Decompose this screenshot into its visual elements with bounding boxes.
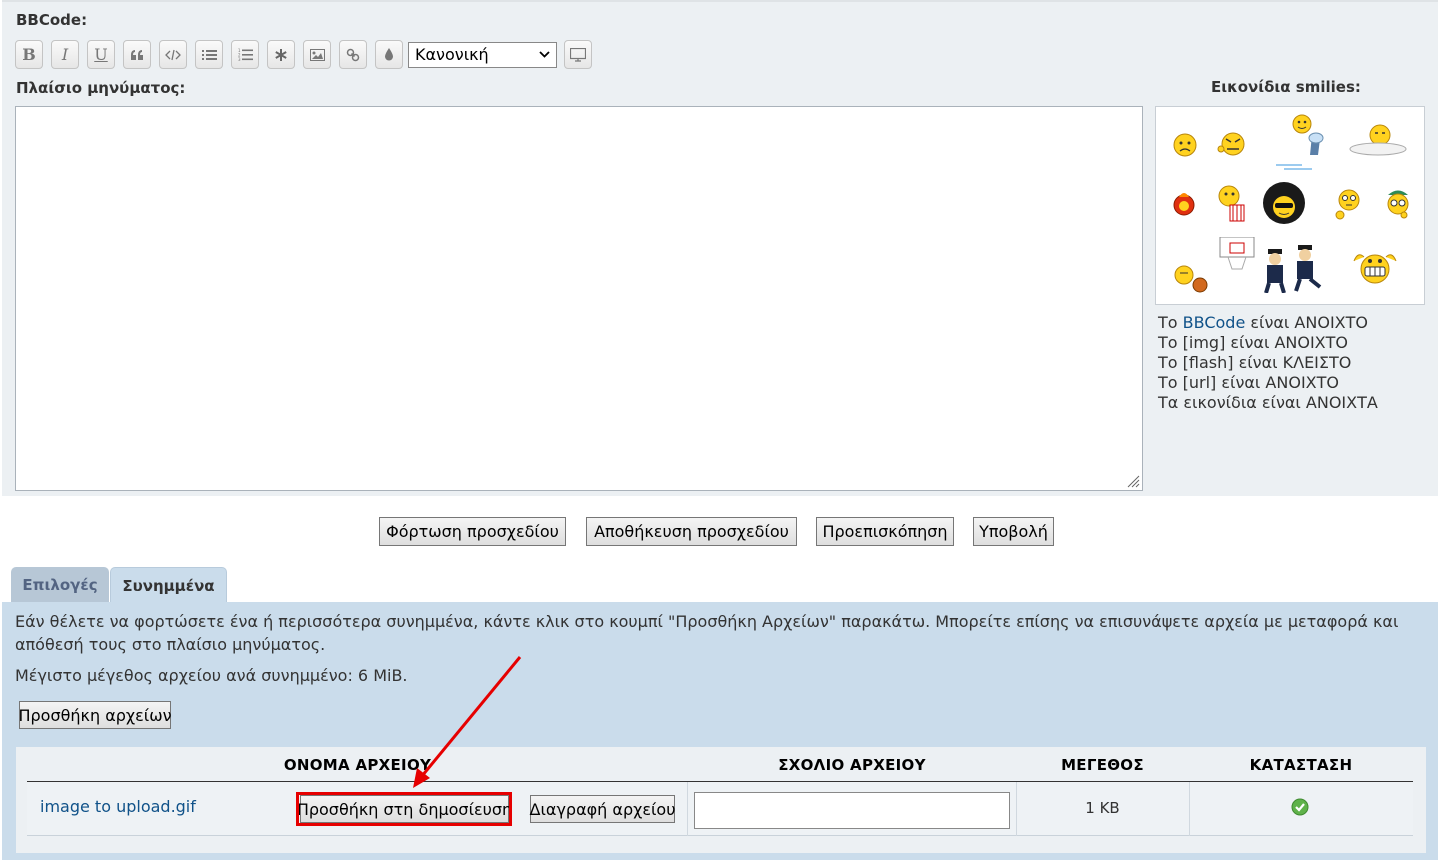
asterisk-button[interactable] bbox=[267, 40, 295, 69]
link-button[interactable] bbox=[339, 40, 367, 69]
color-button[interactable] bbox=[375, 40, 403, 69]
bbcode-label: BBCode: bbox=[16, 11, 88, 29]
underline-button[interactable]: U bbox=[87, 40, 115, 69]
bbcode-link[interactable]: BBCode bbox=[1183, 313, 1246, 332]
status-bbcode: Το BBCode είναι ΑΝΟΙΧΤΟ bbox=[1158, 313, 1378, 333]
color-icon bbox=[385, 48, 393, 61]
bold-icon: B bbox=[22, 45, 36, 64]
smiley-blues-brothers-icon[interactable] bbox=[1256, 245, 1332, 293]
smiley-sad-icon[interactable] bbox=[1172, 132, 1198, 158]
tab-options[interactable]: Επιλογές bbox=[11, 567, 109, 603]
status-img: Το [img] είναι ΑΝΟΙΧΤΟ bbox=[1158, 333, 1349, 352]
italic-icon: I bbox=[61, 45, 69, 64]
image-button[interactable] bbox=[303, 40, 331, 69]
column-size: ΜΕΓΕΘΟΣ bbox=[1061, 756, 1144, 774]
file-comment-input[interactable] bbox=[694, 792, 1010, 829]
list-button[interactable] bbox=[195, 40, 223, 69]
delete-file-button[interactable]: Διαγραφή αρχείου bbox=[530, 795, 675, 823]
smiley-angry-icon[interactable] bbox=[1216, 129, 1250, 159]
bbcode-toolbar: B I U 123 Κανονική bbox=[15, 40, 600, 69]
max-file-size: Μέγιστο μέγεθος αρχείου ανά συνημμένο: 6… bbox=[15, 666, 408, 685]
italic-button[interactable]: I bbox=[51, 40, 79, 69]
smiley-nerd-icon[interactable] bbox=[1382, 187, 1414, 221]
check-icon bbox=[1291, 798, 1309, 816]
smiley-bubble-icon[interactable] bbox=[1272, 111, 1332, 173]
load-draft-button[interactable]: Φόρτωση προσχεδίου bbox=[379, 517, 566, 546]
image-icon bbox=[309, 48, 325, 61]
preview-toggle-button[interactable] bbox=[564, 40, 592, 69]
smiley-basketball-icon[interactable] bbox=[1170, 237, 1260, 297]
highlight-box bbox=[296, 792, 512, 826]
column-comment: ΣΧΟΛΙΟ ΑΡΧΕΙΟΥ bbox=[778, 756, 926, 774]
status-bbcode-prefix: Το bbox=[1158, 313, 1183, 332]
smiley-fire-icon[interactable] bbox=[1171, 189, 1197, 217]
smilies-panel bbox=[1155, 106, 1425, 305]
column-status: ΚΑΤΑΣΤΑΣΗ bbox=[1249, 756, 1353, 774]
underline-icon: U bbox=[94, 45, 108, 64]
column-filename: ΟΝΟΜΑ ΑΡΧΕΙΟΥ bbox=[283, 756, 432, 774]
bold-button[interactable]: B bbox=[15, 40, 43, 69]
list-icon bbox=[201, 49, 217, 60]
quote-icon bbox=[131, 49, 143, 60]
add-files-button[interactable]: Προσθήκη αρχείων bbox=[18, 701, 172, 729]
smiley-popcorn-icon[interactable] bbox=[1214, 183, 1248, 223]
smiley-cheer-icon[interactable] bbox=[1350, 247, 1400, 287]
submit-button[interactable]: Υποβολή bbox=[973, 517, 1054, 546]
attachment-filename-link[interactable]: image to upload.gif bbox=[40, 797, 196, 816]
link-icon bbox=[346, 48, 360, 61]
svg-text:3: 3 bbox=[238, 57, 241, 61]
preview-button[interactable]: Προεπισκόπηση bbox=[816, 517, 954, 546]
monitor-icon bbox=[570, 47, 586, 62]
save-draft-button[interactable]: Αποθήκευση προσχεδίου bbox=[586, 517, 797, 546]
status-url: Το [url] είναι ΑΝΟΙΧΤΟ bbox=[1158, 373, 1339, 392]
status-flash: Το [flash] είναι ΚΛΕΙΣΤΟ bbox=[1158, 353, 1352, 372]
bbcode-status: Το BBCode είναι ΑΝΟΙΧΤΟ Το [img] είναι Α… bbox=[1158, 313, 1378, 413]
attachments-instructions: Εάν θέλετε να φορτώσετε ένα ή περισσότερ… bbox=[15, 612, 1399, 654]
column-divider bbox=[687, 782, 688, 836]
smilies-label: Εικονίδια smilies: bbox=[1211, 78, 1361, 96]
column-divider bbox=[1189, 782, 1190, 836]
file-size: 1 KB bbox=[1085, 799, 1120, 817]
smiley-afro-icon[interactable] bbox=[1261, 181, 1307, 225]
status-bbcode-suffix: είναι ΑΝΟΙΧΤΟ bbox=[1245, 313, 1368, 332]
ordered-list-icon: 123 bbox=[238, 48, 253, 61]
ordered-list-button[interactable]: 123 bbox=[231, 40, 259, 69]
status-smilies: Τα εικονίδια είναι ΑΝΟΙΧΤΑ bbox=[1158, 393, 1378, 412]
font-size-value: Κανονική bbox=[415, 45, 489, 64]
code-button[interactable] bbox=[159, 40, 187, 69]
asterisk-icon bbox=[275, 48, 287, 61]
smiley-thinking-icon[interactable] bbox=[1332, 185, 1366, 221]
font-size-select[interactable]: Κανονική bbox=[408, 41, 557, 68]
smiley-cloud-icon[interactable] bbox=[1346, 123, 1410, 159]
resize-grip-icon[interactable] bbox=[1126, 474, 1140, 488]
message-label: Πλαίσιο μηνύματος: bbox=[16, 79, 186, 97]
chevron-down-icon bbox=[539, 51, 550, 58]
tab-attachments[interactable]: Συνημμένα bbox=[110, 567, 227, 603]
quote-button[interactable] bbox=[123, 40, 151, 69]
code-icon bbox=[165, 49, 181, 60]
message-textarea[interactable] bbox=[15, 106, 1143, 491]
